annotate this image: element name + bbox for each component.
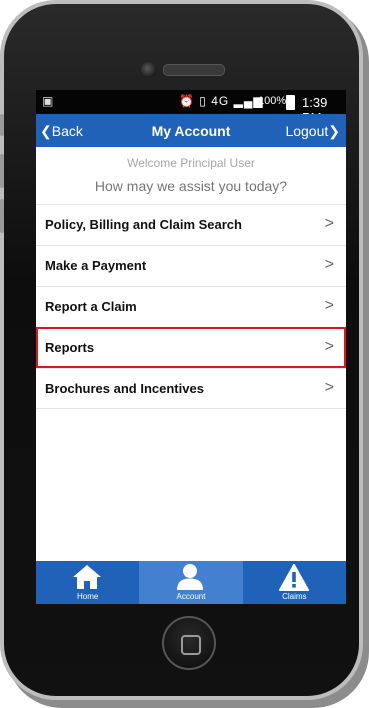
tab-home[interactable]: Home [36, 561, 139, 604]
menu-item-brochures-and-incentives[interactable]: Brochures and Incentives > [36, 368, 346, 409]
menu-item-label: Reports [45, 340, 95, 355]
chevron-right-icon: ❯ [328, 123, 340, 139]
bottom-tab-bar: Home Account Claims [36, 561, 346, 604]
tab-label: Claims [282, 592, 307, 601]
tab-label: Account [176, 592, 206, 601]
welcome-text: Welcome Principal User [127, 156, 255, 170]
menu-item-policy-billing-claim-search[interactable]: Policy, Billing and Claim Search > [36, 204, 346, 245]
volume-down-button [0, 199, 4, 233]
chevron-right-icon: > [324, 297, 334, 314]
menu-item-label: Make a Payment [45, 258, 147, 273]
tab-account[interactable]: Account [139, 561, 243, 604]
assist-prompt: How may we assist you today? [94, 178, 288, 194]
menu-item-label: Brochures and Incentives [45, 381, 204, 396]
menu-item-make-a-payment[interactable]: Make a Payment > [36, 245, 346, 286]
status-bar: ▣ ⏰ ▯ 4G ▂▄▆ 100% 1:39 PM [36, 90, 346, 125]
alarm-icon: ⏰ [179, 94, 195, 108]
network-indicator: ⏰ ▯ 4G ▂▄▆ [179, 94, 264, 108]
square-icon [181, 635, 201, 655]
notification-icon: ▣ [42, 94, 54, 108]
chevron-right-icon: > [324, 215, 334, 232]
tab-claims[interactable]: Claims [243, 561, 346, 604]
home-hardware-button[interactable] [162, 616, 216, 670]
mute-switch [0, 114, 4, 136]
battery-percent: 100% [258, 95, 287, 107]
chevron-left-icon: ❮ [40, 123, 52, 139]
menu-item-label: Policy, Billing and Claim Search [45, 217, 242, 232]
app-bar: ❮Back My Account Logout❯ [36, 114, 346, 147]
logout-label: Logout [285, 123, 329, 139]
house-icon [73, 565, 101, 589]
volume-up-button [0, 154, 4, 188]
back-button[interactable]: ❮Back [40, 123, 83, 140]
account-menu: Policy, Billing and Claim Search > Make … [36, 204, 346, 409]
logout-button[interactable]: Logout❯ [285, 123, 340, 140]
network-type: 4G [211, 94, 230, 108]
phone-screen: ▣ ⏰ ▯ 4G ▂▄▆ 100% 1:39 PM ❮Back My Accou… [36, 90, 346, 604]
front-camera [141, 62, 157, 78]
tab-label: Home [76, 592, 99, 601]
menu-item-label: Report a Claim [45, 299, 137, 314]
back-label: Back [51, 123, 83, 139]
chevron-right-icon: > [324, 256, 334, 273]
menu-item-reports[interactable]: Reports > [36, 327, 346, 368]
vibrate-icon: ▯ [199, 94, 207, 108]
chevron-right-icon: > [324, 338, 334, 355]
person-icon [177, 564, 204, 590]
menu-item-report-a-claim[interactable]: Report a Claim > [36, 286, 346, 327]
battery-icon [286, 95, 295, 110]
earpiece-speaker [163, 64, 225, 76]
warning-triangle-icon [278, 564, 309, 591]
chevron-right-icon: > [324, 379, 334, 396]
